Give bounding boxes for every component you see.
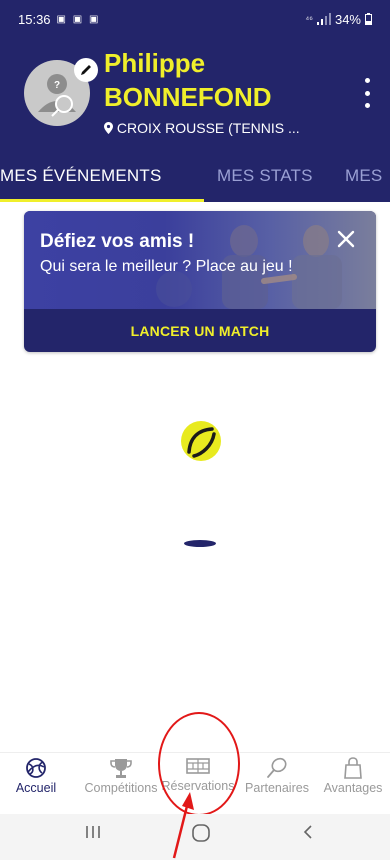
active-tab-indicator xyxy=(0,199,204,202)
notification-icons: ▣ ▣ ▣ xyxy=(56,13,101,25)
pencil-icon xyxy=(81,65,91,75)
card-title: Défiez vos amis ! xyxy=(40,231,195,252)
nav-avantages-label: Avantages xyxy=(323,781,383,795)
tennis-ball-icon xyxy=(26,758,46,778)
status-time: 15:36 xyxy=(18,11,51,27)
status-bar: 15:36 ▣ ▣ ▣ ⁴⁶ 34% xyxy=(0,0,390,38)
more-options-icon[interactable] xyxy=(360,78,374,108)
card-subtitle: Qui sera le meilleur ? Place au jeu ! xyxy=(40,258,293,275)
tab-mes-stats[interactable]: MES STATS xyxy=(217,166,313,186)
svg-text:?: ? xyxy=(54,80,60,91)
back-icon[interactable] xyxy=(300,822,316,842)
profile-last-name: BONNEFOND xyxy=(104,82,272,112)
tab-mes-evenements[interactable]: MES ÉVÉNEMENTS xyxy=(0,166,162,186)
signal-icon xyxy=(316,13,331,25)
nav-partenaires-label: Partenaires xyxy=(245,781,309,795)
nav-accueil-label: Accueil xyxy=(15,781,57,795)
launch-match-button[interactable]: LANCER UN MATCH xyxy=(24,309,376,352)
profile-header: ? Philippe BONNEFOND CROIX ROUSSE (TENNI… xyxy=(0,38,390,158)
nav-accueil[interactable]: Accueil xyxy=(8,757,64,795)
nav-partenaires[interactable]: Partenaires xyxy=(240,757,314,795)
tennis-ball-loader-icon xyxy=(181,421,221,461)
profile-first-name: Philippe xyxy=(104,48,206,78)
profile-club: CROIX ROUSSE (TENNIS ... xyxy=(104,120,300,136)
annotation-arrow-icon xyxy=(172,792,194,859)
nav-competitions-label: Compétitions xyxy=(84,781,158,795)
club-name: CROIX ROUSSE (TENNIS ... xyxy=(116,120,300,136)
recent-apps-icon[interactable] xyxy=(84,822,102,842)
racket-icon xyxy=(267,757,287,778)
profile-tabs: MES ÉVÉNEMENTS MES STATS MES xyxy=(0,158,390,202)
trophy-icon xyxy=(110,759,132,778)
edit-avatar-button[interactable] xyxy=(74,58,98,82)
network-icon: ⁴⁶ xyxy=(305,14,313,24)
location-pin-icon xyxy=(104,122,113,134)
nav-avantages[interactable]: Avantages xyxy=(318,757,388,795)
loader-shadow xyxy=(184,540,216,547)
nav-competitions[interactable]: Compétitions xyxy=(84,757,158,811)
battery-percent: 34% xyxy=(334,11,361,27)
app-screen: 15:36 ▣ ▣ ▣ ⁴⁶ 34% ? Philippe BONNEFOND … xyxy=(0,0,390,860)
tab-mes-more[interactable]: MES xyxy=(345,166,382,186)
bag-icon xyxy=(344,757,362,779)
status-right: ⁴⁶ 34% xyxy=(305,12,372,27)
challenge-friends-card: Défiez vos amis ! Qui sera le meilleur ?… xyxy=(24,211,376,352)
battery-icon xyxy=(365,13,372,25)
close-icon[interactable] xyxy=(336,229,356,249)
